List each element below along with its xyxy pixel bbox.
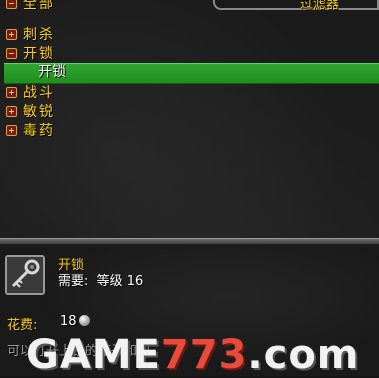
lockpick-icon: [7, 257, 43, 293]
category-label: 开锁: [23, 46, 55, 62]
category-label: 敏锐: [23, 104, 55, 120]
expand-icon[interactable]: [6, 86, 17, 98]
collapse-icon[interactable]: [6, 0, 17, 9]
skill-icon-frame[interactable]: [5, 255, 45, 295]
category-all[interactable]: 全部: [6, 0, 55, 12]
category-subtlety[interactable]: 敏锐: [6, 102, 55, 120]
category-label: 战斗: [23, 85, 55, 101]
silver-coin-icon: [79, 315, 90, 326]
expand-icon[interactable]: [6, 124, 17, 136]
site-watermark: GAME773.com: [26, 332, 360, 378]
category-label: 毒药: [23, 123, 55, 139]
category-label: 刺杀: [23, 27, 55, 43]
category-lockpicking[interactable]: 开锁: [6, 44, 55, 62]
category-poisons[interactable]: 毒药: [6, 121, 55, 139]
selected-skill-label[interactable]: 开锁: [38, 63, 66, 82]
skill-requirement: 需要: 等级 16: [58, 274, 144, 289]
skill-tree-list: 过滤器 全部 刺杀 开锁 开锁 战斗 敏锐 毒药: [0, 0, 379, 240]
category-combat[interactable]: 战斗: [6, 83, 55, 101]
cost-value: 18: [60, 314, 77, 329]
filter-dropdown-label: 过滤器: [300, 0, 340, 12]
category-assassination[interactable]: 刺杀: [6, 25, 55, 43]
filter-dropdown[interactable]: [213, 0, 379, 10]
collapse-icon[interactable]: [6, 47, 17, 59]
cost-label: 花费:: [7, 318, 38, 333]
category-label: 全部: [23, 0, 55, 12]
expand-icon[interactable]: [6, 105, 17, 117]
expand-icon[interactable]: [6, 28, 17, 40]
